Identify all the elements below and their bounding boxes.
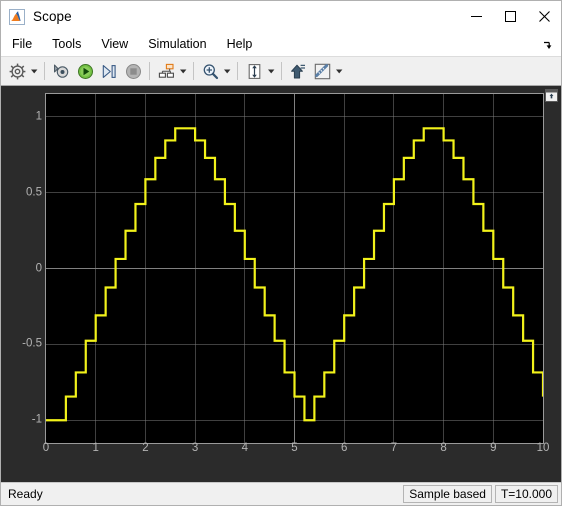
menu-tools[interactable]: Tools	[43, 34, 90, 55]
chevron-down-icon	[268, 69, 275, 73]
toolbar-separator	[149, 62, 150, 80]
overflow-arrow-icon[interactable]	[539, 37, 555, 53]
cursor-measurements-dropdown[interactable]	[334, 59, 345, 83]
menu-help[interactable]: Help	[218, 34, 262, 55]
toolbar-separator	[193, 62, 194, 80]
y-tick-label: 0	[35, 261, 42, 274]
toolbar-separator	[237, 62, 238, 80]
chevron-down-icon	[336, 69, 343, 73]
tool-bar	[1, 57, 561, 86]
menu-simulation[interactable]: Simulation	[139, 34, 215, 55]
y-tick-label: 0.5	[26, 185, 42, 198]
window-title: Scope	[33, 9, 72, 24]
menu-view[interactable]: View	[92, 34, 137, 55]
window-controls	[459, 1, 561, 32]
minimize-button[interactable]	[459, 1, 493, 32]
toolbar-separator	[44, 62, 45, 80]
close-button[interactable]	[527, 1, 561, 32]
highlight-signal-icon	[290, 64, 305, 78]
chevron-down-icon	[31, 69, 38, 73]
plot-canvas	[46, 94, 543, 443]
frame-mode-indicator: Sample based	[403, 485, 492, 503]
layout-dropdown[interactable]	[178, 59, 189, 83]
chevron-down-icon	[224, 69, 231, 73]
rewind-icon	[53, 64, 68, 78]
x-tick-label: 1	[92, 442, 99, 454]
x-tick-label: 2	[142, 442, 149, 454]
scope-window: Scope File Tools View Simulation Help -1…	[0, 0, 562, 506]
autoscale-icon	[248, 63, 260, 79]
x-tick-label: 6	[340, 442, 348, 454]
cursor-measurements-button[interactable]	[310, 59, 334, 83]
plot-axes[interactable]: -1 -0.5 0 0.5 1 0 1 2 3 4 5 6 7 8 9 10	[22, 93, 549, 454]
layout-icon	[158, 63, 174, 78]
matlab-membrane-icon	[9, 8, 25, 25]
run-button[interactable]	[73, 59, 97, 83]
step-forward-icon	[102, 64, 116, 78]
zoom-dropdown[interactable]	[222, 59, 233, 83]
menu-file[interactable]: File	[3, 34, 41, 55]
gear-icon	[9, 63, 25, 79]
status-message: Ready	[8, 487, 43, 501]
configuration-properties-dropdown[interactable]	[29, 59, 40, 83]
play-icon	[77, 63, 93, 79]
zoom-button[interactable]	[198, 59, 222, 83]
scope-plot-panel: -1 -0.5 0 0.5 1 0 1 2 3 4 5 6 7 8 9 10	[1, 86, 561, 482]
x-tick-label: 7	[390, 442, 398, 454]
x-axis-tick-labels: 0 1 2 3 4 5 6 7 8 9 10	[42, 442, 550, 471]
title-bar: Scope	[1, 1, 561, 33]
status-bar: Ready Sample based T=10.000	[1, 482, 561, 505]
step-forward-button[interactable]	[97, 59, 121, 83]
x-tick-label: 9	[490, 442, 497, 454]
y-tick-label: -1	[31, 413, 42, 426]
x-tick-label: 8	[440, 442, 447, 454]
maximize-button[interactable]	[493, 1, 527, 32]
chevron-down-icon	[180, 69, 187, 73]
highlight-signal-button[interactable]	[286, 59, 310, 83]
layout-button[interactable]	[154, 59, 178, 83]
close-icon	[538, 11, 550, 22]
autoscale-button[interactable]	[242, 59, 266, 83]
y-tick-label: -0.5	[22, 337, 42, 350]
minimize-icon	[470, 16, 482, 17]
x-tick-label: 4	[241, 442, 248, 454]
x-tick-label: 3	[191, 442, 199, 454]
x-tick-label: 10	[536, 442, 550, 454]
menu-bar: File Tools View Simulation Help	[1, 33, 561, 57]
x-tick-label: 0	[42, 442, 50, 454]
maximize-panel-icon[interactable]	[544, 88, 559, 103]
measurements-ruler-icon	[314, 63, 330, 79]
y-axis-tick-labels: -1 -0.5 0 0.5 1	[6, 94, 42, 443]
autoscale-dropdown[interactable]	[266, 59, 277, 83]
maximize-icon	[504, 11, 516, 22]
y-tick-label: 1	[35, 110, 42, 122]
stop-button[interactable]	[121, 59, 145, 83]
x-tick-label: 5	[291, 442, 298, 454]
toolbar-separator	[281, 62, 282, 80]
stop-icon	[125, 63, 141, 79]
simulation-time-indicator: T=10.000	[494, 485, 558, 503]
run-back-to-start-button[interactable]	[49, 59, 73, 83]
zoom-in-icon	[203, 63, 218, 79]
configuration-properties-button[interactable]	[5, 59, 29, 83]
